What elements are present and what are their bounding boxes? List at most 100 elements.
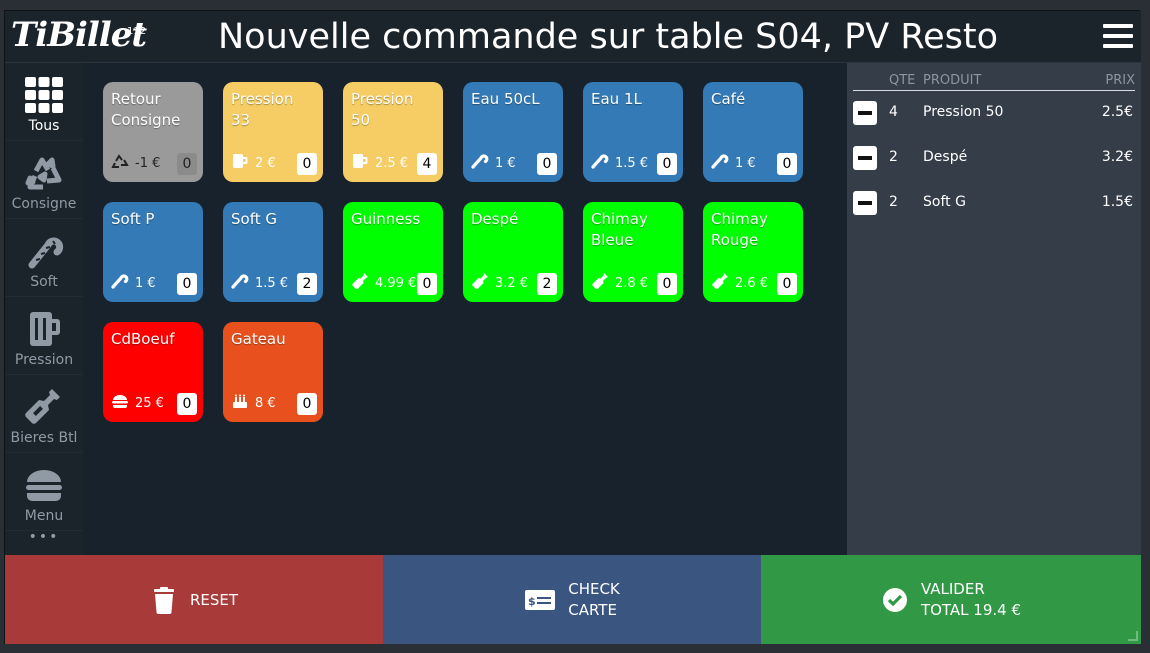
check-label-line1: CHECK bbox=[568, 579, 620, 598]
product-name: Guinness bbox=[351, 210, 421, 228]
bottle-icon bbox=[711, 273, 729, 293]
order-prix: 1.5€ bbox=[1101, 194, 1133, 210]
money-check-icon: $ bbox=[525, 589, 556, 610]
resize-handle-icon[interactable] bbox=[1128, 631, 1138, 641]
product-qty-badge: 0 bbox=[777, 153, 797, 175]
product-card[interactable]: Eau 1L 1.5 € 0 bbox=[583, 82, 683, 182]
candy-cane-icon bbox=[111, 273, 129, 293]
product-name: Eau 1L bbox=[591, 90, 642, 108]
valider-button[interactable]: VALIDER TOTAL 19.4 € bbox=[761, 555, 1141, 644]
total-label: TOTAL 19.4 € bbox=[920, 600, 1022, 619]
more-categories-indicator[interactable]: ••• bbox=[5, 530, 83, 544]
product-qty-badge: 2 bbox=[537, 273, 557, 295]
product-card[interactable]: Eau 50cL 1 € 0 bbox=[463, 82, 563, 182]
order-panel: QTE PRODUIT PRIX 4 Pression 50 2.5€ 2 De… bbox=[847, 63, 1141, 555]
product-price-text: 2.5 € bbox=[375, 155, 409, 171]
product-price: 2.8 € bbox=[591, 273, 648, 293]
trash-icon bbox=[153, 586, 174, 614]
product-name: Soft G bbox=[231, 210, 277, 228]
category-menu[interactable]: Menu bbox=[5, 453, 83, 531]
product-name: Gateau bbox=[231, 330, 286, 348]
product-name: Pression 33 bbox=[231, 90, 294, 129]
column-produit: PRODUIT bbox=[923, 73, 982, 88]
order-line: 2 Soft G 1.5€ bbox=[853, 188, 1133, 218]
page-title: Nouvelle commande sur table S04, PV Rest… bbox=[217, 17, 998, 57]
product-name: CdBoeuf bbox=[111, 330, 175, 348]
product-qty-badge: 4 bbox=[417, 153, 437, 175]
product-qty-badge: 0 bbox=[777, 273, 797, 295]
category-pression[interactable]: Pression bbox=[5, 297, 83, 375]
reset-button[interactable]: RESET bbox=[5, 555, 383, 644]
category-bieres-btl[interactable]: Bieres Btl bbox=[5, 375, 83, 453]
beer-mug-icon bbox=[231, 153, 249, 173]
candy-cane-icon bbox=[591, 153, 609, 173]
bottle-icon bbox=[351, 273, 369, 293]
product-price-text: 3.2 € bbox=[495, 275, 529, 291]
product-card[interactable]: Chimay Rouge 2.6 € 0 bbox=[703, 202, 803, 302]
category-label: Pression bbox=[14, 352, 74, 368]
product-price-text: 2.8 € bbox=[615, 275, 649, 291]
order-produit: Despé bbox=[923, 149, 968, 165]
category-soft[interactable]: Soft bbox=[5, 219, 83, 297]
order-produit: Soft G bbox=[923, 194, 966, 210]
check-carte-button[interactable]: $ CHECK CARTE bbox=[383, 555, 761, 644]
product-name: Café bbox=[711, 90, 746, 108]
product-price-text: 1.5 € bbox=[255, 275, 289, 291]
product-card[interactable]: Café 1 € 0 bbox=[703, 82, 803, 182]
product-name: Retour Consigne bbox=[111, 90, 181, 129]
product-qty-badge: 0 bbox=[177, 153, 197, 175]
product-card[interactable]: Gateau 8 € 0 bbox=[223, 322, 323, 422]
product-price-text: 2 € bbox=[255, 155, 276, 171]
product-qty-badge: 0 bbox=[297, 393, 317, 415]
valider-label: VALIDER TOTAL 19.4 € bbox=[921, 579, 1021, 621]
minus-icon[interactable] bbox=[853, 191, 877, 215]
column-prix: PRIX bbox=[1105, 73, 1135, 88]
category-tous[interactable]: Tous bbox=[5, 63, 83, 141]
product-qty-badge: 0 bbox=[657, 153, 677, 175]
category-label: Consigne bbox=[11, 196, 77, 212]
product-card[interactable]: Soft P 1 € 0 bbox=[103, 202, 203, 302]
product-card[interactable]: Retour Consigne -1 € 0 bbox=[103, 82, 203, 182]
order-qte: 2 bbox=[889, 149, 898, 165]
logo-version: 112 bbox=[127, 26, 147, 37]
product-price-text: 1.5 € bbox=[615, 155, 649, 171]
product-price: 1 € bbox=[711, 153, 756, 173]
header: TiBillet 112 Nouvelle commande sur table… bbox=[5, 11, 1141, 63]
product-name: Eau 50cL bbox=[471, 90, 540, 108]
product-price: 2.6 € bbox=[711, 273, 768, 293]
product-price: 1.5 € bbox=[231, 273, 288, 293]
product-qty-badge: 0 bbox=[177, 393, 197, 415]
beer-mug-icon bbox=[351, 153, 369, 173]
product-qty-badge: 0 bbox=[177, 273, 197, 295]
burger-icon bbox=[111, 393, 129, 413]
product-price: 8 € bbox=[231, 393, 276, 413]
product-card[interactable]: Despé 3.2 € 2 bbox=[463, 202, 563, 302]
product-price: 1 € bbox=[111, 273, 156, 293]
product-card[interactable]: Guinness 4.99 €0 bbox=[343, 202, 443, 302]
candy-cane-icon bbox=[471, 153, 489, 173]
column-qte: QTE bbox=[889, 73, 916, 88]
candy-cane-icon bbox=[28, 237, 64, 269]
product-card[interactable]: CdBoeuf 25 € 0 bbox=[103, 322, 203, 422]
action-bar: RESET $ CHECK CARTE VALIDER TOTAL 19.4 € bbox=[5, 555, 1141, 644]
product-card[interactable]: Pression 33 2 € 0 bbox=[223, 82, 323, 182]
cake-icon bbox=[231, 393, 249, 413]
minus-icon[interactable] bbox=[853, 146, 877, 170]
product-card[interactable]: Soft G 1.5 € 2 bbox=[223, 202, 323, 302]
category-consigne[interactable]: Consigne bbox=[5, 141, 83, 219]
product-price: 4.99 € bbox=[351, 273, 416, 293]
recycle-icon bbox=[111, 153, 129, 173]
order-line: 2 Despé 3.2€ bbox=[853, 143, 1133, 173]
category-label: Soft bbox=[30, 274, 58, 290]
candy-cane-icon bbox=[711, 153, 729, 173]
svg-text:$: $ bbox=[528, 595, 536, 608]
hamburger-menu-icon[interactable] bbox=[1103, 24, 1133, 48]
product-card[interactable]: Chimay Bleue 2.8 € 0 bbox=[583, 202, 683, 302]
product-card[interactable]: Pression 50 2.5 € 4 bbox=[343, 82, 443, 182]
order-line: 4 Pression 50 2.5€ bbox=[853, 98, 1133, 128]
product-name: Despé bbox=[471, 210, 519, 228]
minus-icon[interactable] bbox=[853, 101, 877, 125]
bottle-icon bbox=[591, 273, 609, 293]
category-label: Tous bbox=[28, 118, 60, 134]
check-circle-icon bbox=[882, 587, 907, 612]
